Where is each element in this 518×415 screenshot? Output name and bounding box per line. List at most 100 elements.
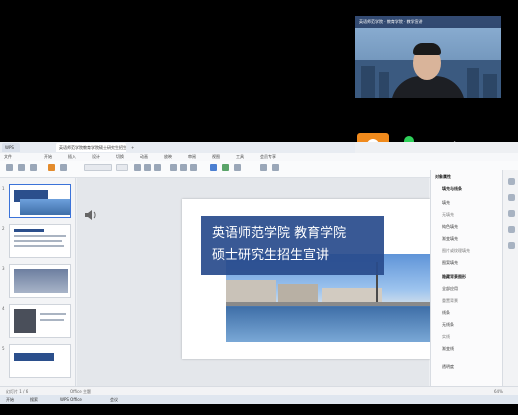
select-icon[interactable] <box>272 164 279 171</box>
slide-thumbnail[interactable] <box>9 224 71 258</box>
slide-number: 4 <box>2 306 5 311</box>
photo-ground <box>226 302 431 306</box>
arrange-icon[interactable] <box>234 164 241 171</box>
video-building <box>483 74 497 98</box>
presenter-video-tile[interactable]: 英语师范学院 · 教育学院 · 教学宣讲 <box>355 16 501 98</box>
panel-item[interactable]: 渐变线 <box>442 346 454 352</box>
video-building <box>361 66 375 98</box>
font-size-select[interactable] <box>116 164 128 171</box>
settings-icon[interactable] <box>508 242 515 249</box>
menu-slideshow[interactable]: 放映 <box>164 153 172 161</box>
photo-building <box>278 284 318 302</box>
taskbar-wps[interactable]: WPS Office <box>60 396 82 403</box>
panel-item[interactable]: 填充 <box>442 200 450 206</box>
menu-file[interactable]: 文件 <box>4 153 12 161</box>
status-bar: 幻灯片 1 / 6 Office 主题 64% <box>0 386 518 395</box>
os-taskbar: 开始 搜索 WPS Office 会议 <box>0 395 518 404</box>
slide-number: 5 <box>2 346 5 351</box>
document-tab-bar: WPS 英语师范学院教育学院硕士研究生招生宣讲.pptx + <box>0 142 355 153</box>
thumbnail-text-line <box>14 235 66 237</box>
animation-icon[interactable] <box>508 210 515 217</box>
panel-item[interactable]: 渐变填充 <box>442 236 458 242</box>
photo-building <box>322 288 382 302</box>
menu-transition[interactable]: 切换 <box>116 153 124 161</box>
menu-bar: 文件 开始 插入 设计 切换 动画 放映 审阅 视图 工具 会员专享 <box>0 153 518 161</box>
selection-icon[interactable] <box>508 226 515 233</box>
panel-item[interactable]: 填充与线条 <box>442 186 462 192</box>
format-painter-icon[interactable] <box>30 164 37 171</box>
panel-item[interactable]: 隐藏背景图形 <box>442 274 466 280</box>
properties-icon[interactable] <box>508 178 515 185</box>
thumbnail-photo <box>14 269 68 293</box>
panel-item[interactable]: 线条 <box>442 310 450 316</box>
menu-view[interactable]: 视图 <box>212 153 220 161</box>
design-icon[interactable] <box>508 194 515 201</box>
align-center-icon[interactable] <box>180 164 187 171</box>
slide-thumbnail[interactable] <box>9 304 71 338</box>
thumbnail-title-bar <box>14 353 54 361</box>
slide-number: 1 <box>2 186 5 191</box>
panel-item[interactable]: 无线条 <box>442 322 454 328</box>
slide-title-line1: 英语师范学院 教育学院 <box>212 226 347 241</box>
panel-item[interactable]: 重置背景 <box>442 298 458 304</box>
slide-thumbnail[interactable] <box>9 264 71 298</box>
shape-icon[interactable] <box>222 164 229 171</box>
menu-review[interactable]: 审阅 <box>188 153 196 161</box>
menu-member[interactable]: 会员专享 <box>260 153 276 161</box>
video-banner-text: 英语师范学院 · 教育学院 · 教学宣讲 <box>355 16 501 28</box>
object-properties-panel: 对象属性 填充与线条 填充 无填充 纯色填充 渐变填充 图片或纹理填充 图案填充… <box>430 170 502 388</box>
slide-number: 3 <box>2 266 5 271</box>
textbox-icon[interactable] <box>210 164 217 171</box>
slide-number: 2 <box>2 226 5 231</box>
underline-icon[interactable] <box>154 164 161 171</box>
taskbar-meeting[interactable]: 会议 <box>110 396 118 403</box>
new-tab-icon[interactable]: + <box>128 143 136 152</box>
side-tool-strip <box>502 170 518 388</box>
speaker-icon[interactable] <box>84 206 98 220</box>
menu-design[interactable]: 设计 <box>92 153 100 161</box>
panel-item[interactable]: 无填充 <box>442 212 454 218</box>
menu-animation[interactable]: 动画 <box>140 153 148 161</box>
panel-item[interactable]: 纯色填充 <box>442 224 458 230</box>
slide-thumbnail-panel: 1 2 3 4 5 <box>0 178 76 386</box>
slide-count-status: 幻灯片 1 / 6 <box>6 389 29 394</box>
panel-item[interactable]: 图案填充 <box>442 260 458 266</box>
menu-insert[interactable]: 插入 <box>68 153 76 161</box>
layout-icon[interactable] <box>60 164 67 171</box>
tab-active-document[interactable]: 英语师范学院教育学院硕士研究生招生宣讲.pptx <box>56 143 126 152</box>
thumbnail-text-line <box>40 313 66 315</box>
zoom-level[interactable]: 64% <box>494 388 503 395</box>
thumbnail-heading <box>14 229 44 232</box>
cut-icon[interactable] <box>18 164 25 171</box>
new-slide-icon[interactable] <box>48 164 55 171</box>
align-left-icon[interactable] <box>170 164 177 171</box>
slide-thumbnail[interactable] <box>9 344 71 378</box>
italic-icon[interactable] <box>144 164 151 171</box>
presenter-hair <box>413 43 441 55</box>
paste-icon[interactable] <box>6 164 13 171</box>
thumbnail-text-line <box>14 245 64 247</box>
taskbar-start[interactable]: 开始 <box>6 396 14 403</box>
font-family-select[interactable] <box>84 164 112 171</box>
panel-item[interactable]: 透明度 <box>442 364 454 370</box>
panel-item[interactable]: 图片或纹理填充 <box>442 248 470 254</box>
thumbnail-text-line <box>40 319 64 321</box>
slide-title-line2: 硕士研究生招生宣讲 <box>212 248 330 263</box>
menu-home[interactable]: 开始 <box>44 153 52 161</box>
thumbnail-photo <box>20 199 70 215</box>
panel-item[interactable]: 实线 <box>442 334 450 340</box>
tab-wps-home[interactable]: WPS <box>2 143 20 152</box>
menu-tools[interactable]: 工具 <box>236 153 244 161</box>
thumbnail-photo <box>14 309 36 333</box>
theme-status: Office 主题 <box>70 389 91 394</box>
taskbar-search[interactable]: 搜索 <box>30 396 38 403</box>
slide-thumbnail[interactable] <box>9 184 71 218</box>
video-building <box>467 68 479 98</box>
bold-icon[interactable] <box>134 164 141 171</box>
find-icon[interactable] <box>260 164 267 171</box>
align-right-icon[interactable] <box>190 164 197 171</box>
panel-item[interactable]: 全部应用 <box>442 286 458 292</box>
panel-header: 对象属性 <box>435 174 451 179</box>
video-building <box>379 72 389 98</box>
photo-building <box>226 280 276 302</box>
